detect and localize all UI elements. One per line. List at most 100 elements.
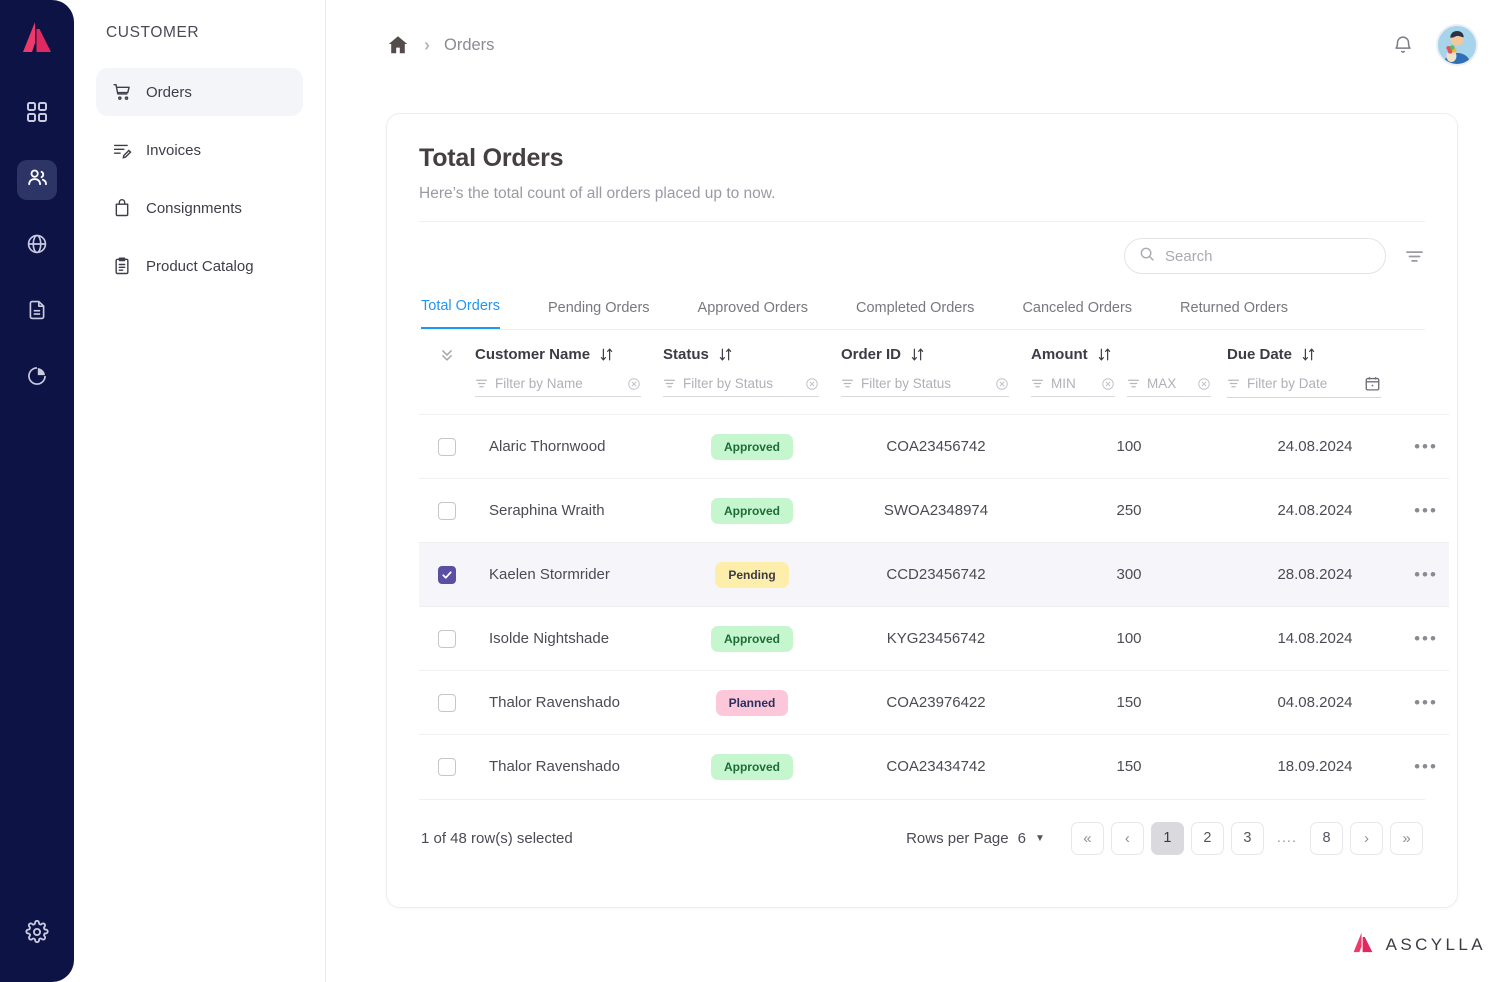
tab-returned-orders[interactable]: Returned Orders [1180,290,1288,329]
column-header-amount[interactable]: Amount [1031,330,1227,375]
filter-spacer [419,375,475,415]
sort-icon[interactable] [599,347,614,362]
filter-amount-max[interactable]: MAX [1127,376,1211,397]
tab-total-orders[interactable]: Total Orders [421,288,500,329]
rail-item-settings[interactable] [17,914,57,954]
filter-amount[interactable]: MIN [1031,375,1227,415]
table-toolbar [419,238,1425,274]
row-checkbox[interactable] [438,438,456,456]
sort-icon[interactable] [718,347,733,362]
filter-amount-min[interactable]: MIN [1031,376,1115,397]
rail-icon-list [17,94,57,398]
tab-approved-orders[interactable]: Approved Orders [698,290,808,329]
row-checkbox[interactable] [438,694,456,712]
column-header-due-date[interactable]: Due Date [1227,330,1403,375]
clear-filter-icon[interactable] [995,377,1009,391]
last-page-button[interactable]: » [1390,822,1423,855]
rail-item-dashboard[interactable] [17,94,57,134]
tab-completed-orders[interactable]: Completed Orders [856,290,974,329]
prev-page-button[interactable]: ‹ [1111,822,1144,855]
cell-actions[interactable]: ••• [1403,479,1449,543]
column-header-status[interactable]: Status [663,330,841,375]
sidebar: CUSTOMER Orders Invoices [74,0,326,982]
row-select-cell[interactable] [419,671,475,735]
sort-icon[interactable] [1301,347,1316,362]
page-2-button[interactable]: 2 [1191,822,1224,855]
more-horizontal-icon[interactable]: ••• [1414,501,1438,520]
table-row[interactable]: Alaric Thornwood Approved COA23456742 10… [419,415,1449,479]
home-icon[interactable] [386,33,410,57]
sort-icon[interactable] [910,347,925,362]
row-select-cell[interactable] [419,479,475,543]
table-row[interactable]: Thalor Ravenshado Planned COA23976422 15… [419,671,1449,735]
more-horizontal-icon[interactable]: ••• [1414,693,1438,712]
row-select-cell[interactable] [419,415,475,479]
sidebar-item-label: Product Catalog [146,258,254,275]
rail-item-analytics[interactable] [17,358,57,398]
pagination: « ‹ 1 2 3 .... 8 › » [1071,822,1423,855]
row-checkbox[interactable] [438,566,456,584]
rows-per-page[interactable]: Rows per Page 6 ▼ [906,830,1045,847]
page-1-button[interactable]: 1 [1151,822,1184,855]
notification-bell-icon[interactable] [1392,34,1414,56]
table-row[interactable]: Isolde Nightshade Approved KYG23456742 1… [419,607,1449,671]
rail-item-global[interactable] [17,226,57,266]
sidebar-item-consignments[interactable]: Consignments [96,184,303,232]
more-horizontal-icon[interactable]: ••• [1414,629,1438,648]
row-checkbox[interactable] [438,630,456,648]
table-row[interactable]: Thalor Ravenshado Approved COA23434742 1… [419,735,1449,799]
cell-actions[interactable]: ••• [1403,543,1449,607]
invoice-icon [112,140,132,160]
filter-customer-name[interactable]: Filter by Name [475,375,663,415]
chevrons-down-icon[interactable] [438,346,456,369]
clear-filter-icon[interactable] [805,377,819,391]
clipboard-list-icon [112,256,132,276]
column-header-customer-name[interactable]: Customer Name [475,330,663,375]
status-badge: Approved [711,626,793,652]
calendar-icon[interactable] [1364,375,1381,392]
clear-filter-icon[interactable] [1101,377,1115,391]
filter-status[interactable]: Filter by Status [663,375,841,415]
sidebar-item-orders[interactable]: Orders [96,68,303,116]
tab-pending-orders[interactable]: Pending Orders [548,290,650,329]
ascylla-logo-icon [15,14,59,60]
filter-lines-icon[interactable] [1404,246,1425,267]
avatar[interactable] [1436,24,1478,66]
search-input[interactable] [1165,248,1371,265]
column-header-order-id[interactable]: Order ID [841,330,1031,375]
table-row[interactable]: Seraphina Wraith Approved SWOA2348974 25… [419,479,1449,543]
sidebar-item-invoices[interactable]: Invoices [96,126,303,174]
breadcrumb-current[interactable]: Orders [444,36,494,55]
next-page-button[interactable]: › [1350,822,1383,855]
row-select-cell[interactable] [419,735,475,799]
rail-item-documents[interactable] [17,292,57,332]
cell-actions[interactable]: ••• [1403,735,1449,799]
page-3-button[interactable]: 3 [1231,822,1264,855]
column-label: Order ID [841,346,901,363]
search-box[interactable] [1124,238,1386,274]
cell-actions[interactable]: ••• [1403,607,1449,671]
status-badge: Approved [711,434,793,460]
sort-icon[interactable] [1097,347,1112,362]
first-page-button[interactable]: « [1071,822,1104,855]
row-select-cell[interactable] [419,607,475,671]
sidebar-item-product-catalog[interactable]: Product Catalog [96,242,303,290]
rows-per-page-label: Rows per Page [906,830,1009,847]
row-checkbox[interactable] [438,502,456,520]
row-select-cell[interactable] [419,543,475,607]
filter-due-date[interactable]: Filter by Date [1227,375,1403,415]
table-row[interactable]: Kaelen Stormrider Pending CCD23456742 30… [419,543,1449,607]
page-8-button[interactable]: 8 [1310,822,1343,855]
more-horizontal-icon[interactable]: ••• [1414,757,1438,776]
chevron-down-icon[interactable]: ▼ [1035,833,1045,844]
tab-canceled-orders[interactable]: Canceled Orders [1022,290,1132,329]
cell-actions[interactable]: ••• [1403,671,1449,735]
clear-filter-icon[interactable] [1197,377,1211,391]
rail-item-customers[interactable] [17,160,57,200]
clear-filter-icon[interactable] [627,377,641,391]
filter-order-id[interactable]: Filter by Status [841,375,1031,415]
cell-actions[interactable]: ••• [1403,415,1449,479]
more-horizontal-icon[interactable]: ••• [1414,565,1438,584]
more-horizontal-icon[interactable]: ••• [1414,437,1438,456]
row-checkbox[interactable] [438,758,456,776]
